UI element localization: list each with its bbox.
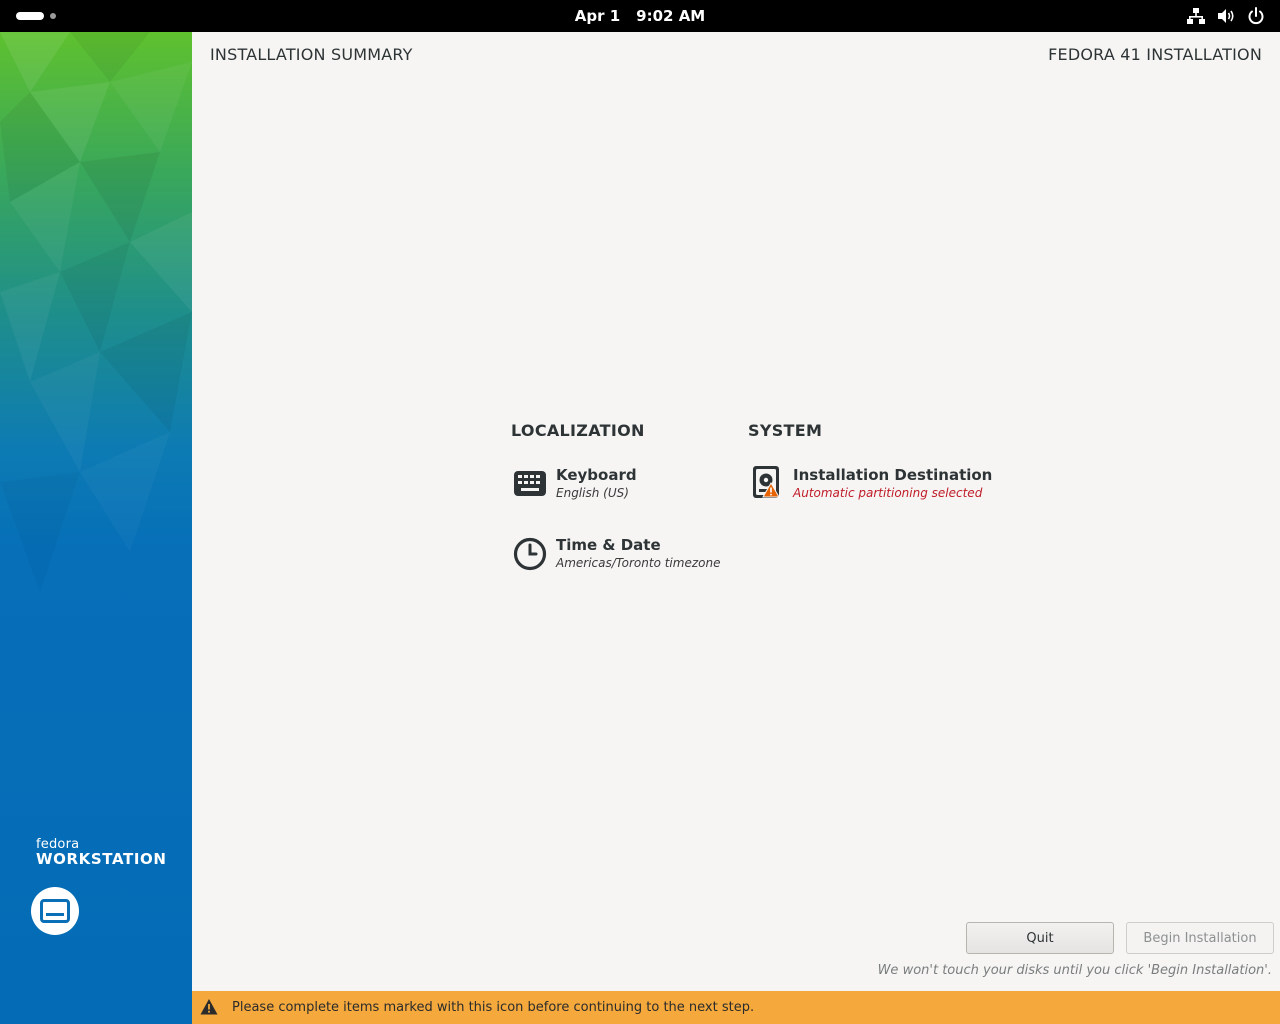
begin-installation-button[interactable]: Begin Installation bbox=[1126, 922, 1274, 954]
clock-date: Apr 1 bbox=[574, 7, 621, 25]
keyboard-icon bbox=[512, 466, 548, 502]
fedora-workstation-logo: fedora WORKSTATION bbox=[36, 838, 167, 867]
main-content: INSTALLATION SUMMARY FEDORA 41 INSTALLAT… bbox=[192, 32, 1280, 1024]
anaconda-laptop-icon bbox=[31, 887, 79, 935]
spoke-installation-destination[interactable]: Installation Destination Automatic parti… bbox=[749, 466, 993, 506]
section-localization-title: LOCALIZATION bbox=[511, 421, 645, 440]
brand-line2: WORKSTATION bbox=[36, 850, 167, 868]
disk-icon bbox=[749, 466, 785, 502]
spoke-keyboard-status: English (US) bbox=[556, 486, 629, 500]
power-icon[interactable] bbox=[1246, 6, 1266, 26]
page-title: INSTALLATION SUMMARY bbox=[210, 45, 413, 64]
product-title: FEDORA 41 INSTALLATION bbox=[1048, 45, 1262, 64]
spoke-keyboard[interactable]: Keyboard English (US) bbox=[512, 466, 712, 506]
warning-icon bbox=[200, 999, 218, 1015]
spoke-time-date-status: Americas/Toronto timezone bbox=[556, 556, 721, 570]
spoke-installation-destination-title: Installation Destination bbox=[793, 466, 993, 484]
top-bar: Apr 1 9:02 AM bbox=[0, 0, 1280, 32]
sidebar: fedora WORKSTATION bbox=[0, 32, 192, 1024]
network-icon[interactable] bbox=[1186, 6, 1206, 26]
sidebar-background-pattern bbox=[0, 32, 192, 472]
warning-bar-text: Please complete items marked with this i… bbox=[232, 1000, 755, 1015]
volume-icon[interactable] bbox=[1216, 6, 1236, 26]
spoke-time-date-title: Time & Date bbox=[556, 536, 661, 554]
clock[interactable]: Apr 1 9:02 AM bbox=[0, 0, 1280, 32]
spoke-keyboard-title: Keyboard bbox=[556, 466, 637, 484]
begin-installation-hint: We won't touch your disks until you clic… bbox=[877, 963, 1272, 978]
quit-button[interactable]: Quit bbox=[966, 922, 1114, 954]
spoke-time-date[interactable]: Time & Date Americas/Toronto timezone bbox=[512, 536, 720, 576]
clock-icon bbox=[512, 536, 548, 572]
warning-icon bbox=[762, 482, 780, 498]
system-tray[interactable] bbox=[1186, 6, 1266, 26]
warning-bar: Please complete items marked with this i… bbox=[192, 991, 1280, 1024]
spoke-installation-destination-status: Automatic partitioning selected bbox=[793, 486, 983, 500]
clock-time: 9:02 AM bbox=[636, 7, 706, 25]
section-system-title: SYSTEM bbox=[748, 421, 823, 440]
